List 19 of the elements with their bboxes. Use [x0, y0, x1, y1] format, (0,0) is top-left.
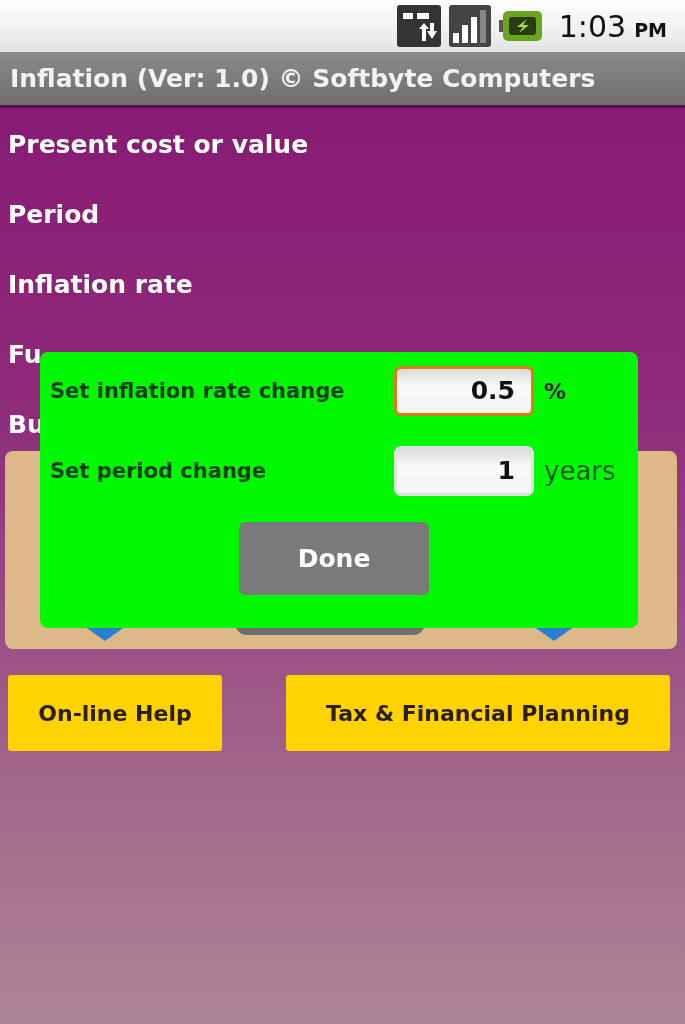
input-field[interactable]: 0.5 [394, 366, 534, 416]
field-label: Fu [8, 339, 43, 371]
setting-label: Set inflation rate change [50, 379, 346, 403]
unit-label: years [544, 456, 616, 486]
clock-period: PM [634, 19, 667, 41]
network-3g-icon [396, 5, 441, 47]
help-button[interactable]: On-line Help [8, 675, 222, 751]
planning-button[interactable]: Tax & Financial Planning [286, 675, 670, 751]
field-label: Inflation rate [8, 269, 194, 301]
unit-label: % [544, 378, 567, 404]
setting-label: Set period change [50, 459, 268, 483]
app-title: Inflation (Ver: 1.0) © Softbyte Computers [10, 64, 596, 93]
done-button[interactable]: Done [239, 522, 429, 595]
field-label: Period [8, 199, 101, 231]
input-field[interactable]: 1 [394, 446, 534, 496]
clock-time: 1:03 [558, 8, 627, 44]
field-label: Present cost or value [8, 129, 310, 161]
battery-icon [498, 10, 543, 42]
signal-icon [448, 5, 491, 47]
